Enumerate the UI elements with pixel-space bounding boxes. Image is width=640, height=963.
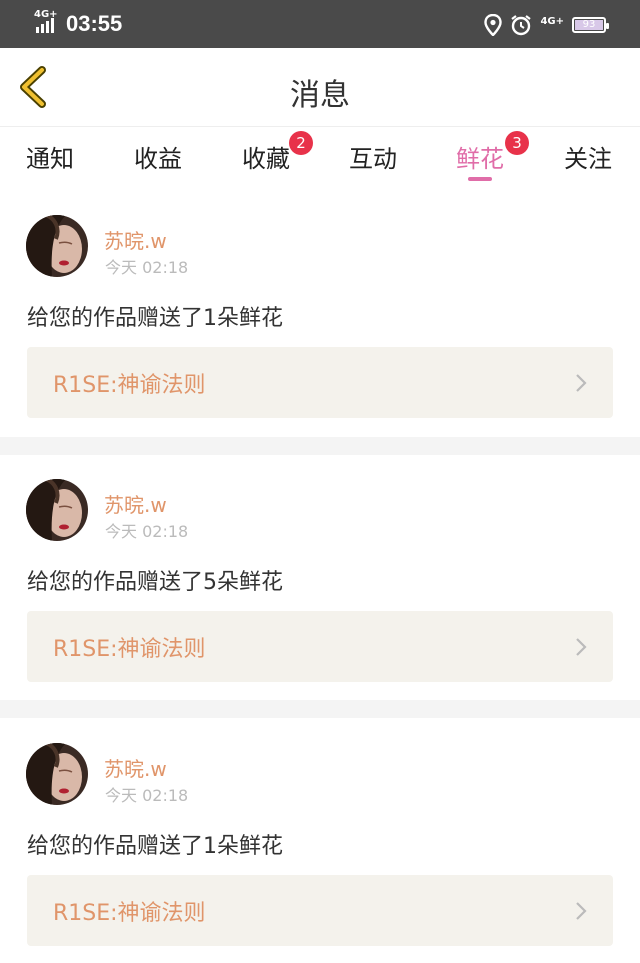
flowers-badge: 3 [505,131,529,155]
tab-earnings[interactable]: 收益 [134,139,182,174]
tab-bar: 通知 收益 收藏 2 互动 鲜花 3 关注 [0,127,640,187]
work-link[interactable]: R1SE:神谕法则 [27,875,613,946]
network-type-right: 4G+ [540,15,564,27]
tab-label: 收藏 [242,145,290,173]
tab-label: 关注 [564,145,612,173]
clock: 03:55 [66,11,123,36]
header: 消息 [0,48,640,127]
page-title: 消息 [290,78,350,113]
tab-label: 通知 [26,145,74,173]
chevron-right-icon [576,638,587,656]
tab-label: 鲜花 [456,145,504,173]
alarm-icon [511,15,532,36]
status-bar: 4G+ 03:55 4G+ 93 [0,0,640,48]
work-link[interactable]: R1SE:神谕法则 [27,347,613,418]
work-title: R1SE:神谕法则 [53,373,206,398]
timestamp: 今天 02:18 [105,258,189,277]
message-text: 给您的作品赠送了5朵鲜花 [27,570,283,595]
username[interactable]: 苏晥.w [104,753,167,782]
avatar[interactable] [26,743,88,805]
message-text: 给您的作品赠送了1朵鲜花 [27,834,283,859]
tab-label: 收益 [134,145,182,173]
active-tab-indicator [468,177,492,181]
message-card: 苏晥.w 今天 02:18 给您的作品赠送了1朵鲜花 R1SE:神谕法则 [0,743,640,963]
work-title: R1SE:神谕法则 [53,901,206,926]
work-link[interactable]: R1SE:神谕法则 [27,611,613,682]
tab-favorites[interactable]: 收藏 2 [242,131,313,174]
message-text: 给您的作品赠送了1朵鲜花 [27,306,283,331]
username[interactable]: 苏晥.w [104,225,167,254]
chevron-right-icon [576,902,587,920]
signal-icon [36,18,54,33]
timestamp: 今天 02:18 [105,786,189,805]
username[interactable]: 苏晥.w [104,489,167,518]
tab-flowers[interactable]: 鲜花 3 [456,131,529,181]
avatar[interactable] [26,215,88,277]
work-title: R1SE:神谕法则 [53,637,206,662]
tab-following[interactable]: 关注 [564,139,612,174]
message-card: 苏晥.w 今天 02:18 给您的作品赠送了5朵鲜花 R1SE:神谕法则 [0,479,640,699]
tab-notifications[interactable]: 通知 [26,139,74,174]
tab-label: 互动 [349,145,397,173]
location-icon [484,14,503,36]
tab-interactions[interactable]: 互动 [349,139,397,174]
divider [0,437,640,455]
avatar[interactable] [26,479,88,541]
battery-icon: 93 [572,17,609,33]
favorites-badge: 2 [289,131,313,155]
timestamp: 今天 02:18 [105,522,189,541]
message-card: 苏晥.w 今天 02:18 给您的作品赠送了1朵鲜花 R1SE:神谕法则 [0,215,640,435]
chevron-right-icon [576,374,587,392]
battery-level: 93 [582,19,596,30]
divider [0,700,640,718]
